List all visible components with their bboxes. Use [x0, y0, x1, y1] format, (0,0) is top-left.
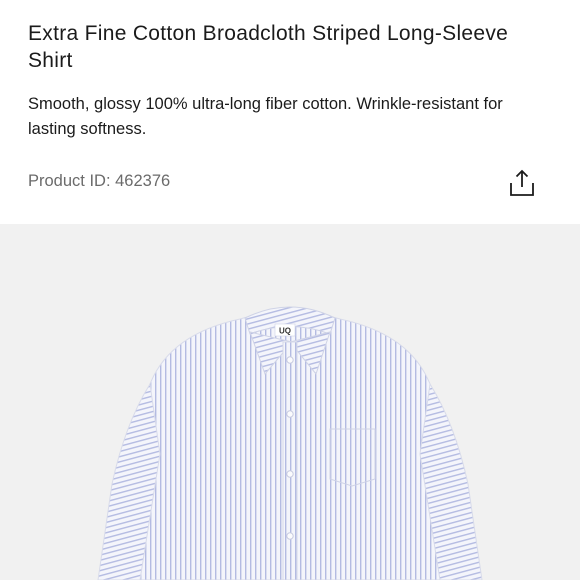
product-image[interactable]: UQ: [0, 224, 580, 580]
share-button[interactable]: [508, 168, 536, 198]
product-title: Extra Fine Cotton Broadcloth Striped Lon…: [28, 22, 509, 72]
product-description: Smooth, glossy 100% ultra-long fiber cot…: [28, 95, 503, 138]
shirt-image: UQ: [97, 306, 483, 580]
product-id: Product ID: 462376: [28, 172, 171, 190]
brand-tag: UQ: [279, 327, 291, 336]
share-icon: [510, 169, 534, 196]
